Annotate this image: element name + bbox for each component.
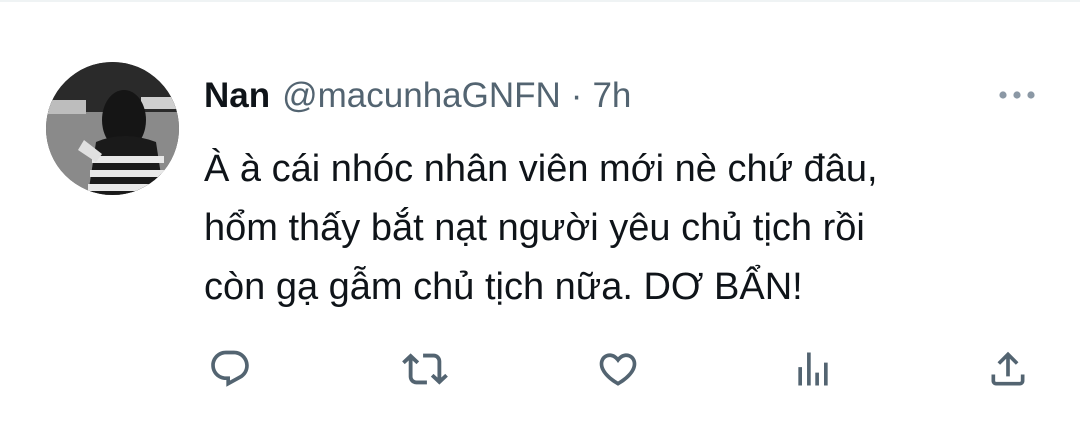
- reply-button[interactable]: [203, 342, 257, 396]
- views-button[interactable]: [786, 342, 840, 396]
- share-button[interactable]: [981, 342, 1035, 396]
- like-icon: [599, 353, 637, 386]
- share-icon: [991, 351, 1025, 386]
- tweet-text-line: hổm thấy bắt nạt người yêu chủ tịch rồi: [204, 207, 865, 249]
- tweet-text: À à cái nhóc nhân viên mới nè chứ đâu, h…: [204, 140, 1024, 317]
- retweet-button[interactable]: [398, 342, 452, 396]
- like-button[interactable]: [591, 342, 645, 396]
- views-icon: [798, 352, 828, 386]
- tweet-header: Nan @macunhaGNFN · 7h: [204, 73, 631, 119]
- tweet-text-line: À à cái nhóc nhân viên mới nè chứ đâu,: [204, 148, 878, 190]
- reply-icon: [211, 350, 249, 387]
- avatar[interactable]: [46, 62, 179, 195]
- author-name[interactable]: Nan: [204, 76, 270, 116]
- author-handle[interactable]: @macunhaGNFN: [282, 76, 561, 116]
- separator: ·: [570, 76, 583, 115]
- more-options-icon[interactable]: [996, 80, 1038, 110]
- tweet-text-line: còn gạ gẫm chủ tịch nữa. DƠ BẨN!: [204, 266, 803, 308]
- retweet-icon: [402, 353, 448, 385]
- timestamp[interactable]: 7h: [592, 76, 631, 116]
- divider: [0, 0, 1080, 2]
